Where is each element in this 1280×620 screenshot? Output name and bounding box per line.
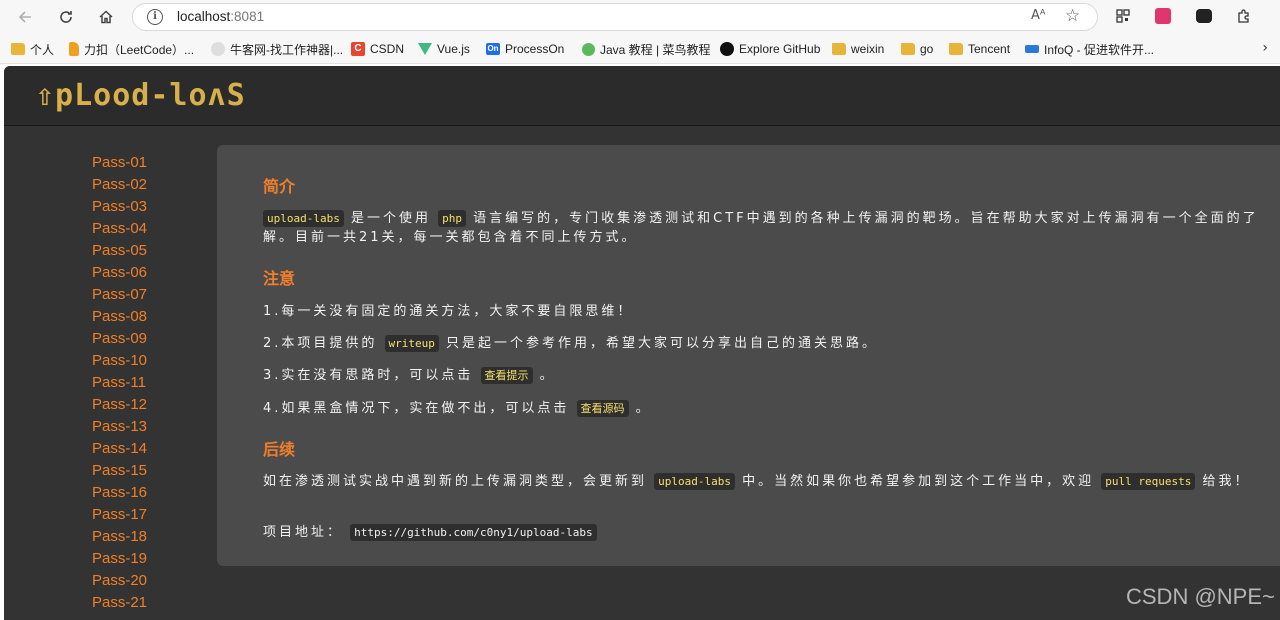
sidebar-item-pass-13[interactable]: Pass-13 [92,416,147,438]
runoob-icon [582,42,595,56]
sidebar-item-pass-04[interactable]: Pass-04 [92,218,147,240]
github-icon [720,42,734,56]
inline-code: upload-labs [263,210,344,227]
section-title-intro: 简介 [263,177,296,196]
folder-icon [949,43,963,55]
reload-icon[interactable] [53,4,79,30]
inline-code: php [438,210,466,227]
sidebar-item-pass-16[interactable]: Pass-16 [92,482,147,504]
bookmark-weixin[interactable]: weixin [832,40,884,58]
section-title-notice: 注意 [263,269,296,288]
bookmark-nowcoder[interactable]: 牛客网-找工作神器|... [211,40,343,58]
sidebar-item-pass-01[interactable]: Pass-01 [92,152,147,174]
qr-code-icon[interactable] [1113,6,1133,26]
sidebar-item-pass-09[interactable]: Pass-09 [92,328,147,350]
bookmark-processon[interactable]: On ProcessOn [486,40,564,58]
sidebar-item-pass-17[interactable]: Pass-17 [92,504,147,526]
repo-line: 项目地址： https://github.com/c0ny1/upload-la… [263,523,1263,542]
site-header: ⇧pLood-loʌS [4,66,1280,126]
sidebar-item-pass-21[interactable]: Pass-21 [92,592,147,614]
address-bar[interactable]: i localhost:8081 Aᴬ ☆ [132,3,1098,31]
folder-icon [832,43,846,55]
folder-icon [11,43,25,55]
page-viewport: ⇧pLood-loʌS Pass-01 Pass-02 Pass-03 Pass… [4,66,1280,620]
translate-extension-icon[interactable] [1153,6,1173,26]
inline-code: writeup [384,335,439,352]
bookmarks-bar: 个人 力扣（LeetCode）... 牛客网-找工作神器|... C CSDN V… [0,34,1280,64]
note-item: 2.本项目提供的 writeup 只是起一个参考作用，希望大家可以分享出自己的通… [263,335,879,352]
read-aloud-icon[interactable]: Aᴬ [1031,8,1046,23]
bookmark-runoob-java[interactable]: Java 教程 | 菜鸟教程 [582,40,710,58]
bookmark-personal[interactable]: 个人 [11,40,54,58]
show-hint-link[interactable]: 查看提示 [480,367,533,384]
leetcode-icon [69,42,79,56]
inline-code: upload-labs [654,473,735,490]
sidebar-item-pass-02[interactable]: Pass-02 [92,174,147,196]
site-info-icon[interactable]: i [147,9,163,25]
content-panel: 简介 upload-labs 是一个使用 php 语言编写的，专门收集渗透测试和… [217,145,1280,566]
sidebar-item-pass-18[interactable]: Pass-18 [92,526,147,548]
section-title-followup: 后续 [263,440,296,459]
csdn-icon: C [351,42,365,56]
sidebar-item-pass-07[interactable]: Pass-07 [92,284,147,306]
sidebar-item-pass-03[interactable]: Pass-03 [92,196,147,218]
sidebar-item-pass-06[interactable]: Pass-06 [92,262,147,284]
site-logo[interactable]: ⇧pLood-loʌS [36,78,246,113]
bookmarks-overflow-chevron-icon[interactable]: › [1262,40,1268,56]
folder-icon [901,43,915,55]
note-item: 4.如果黑盒情况下，实在做不出，可以点击 查看源码 。 [263,400,652,417]
bookmark-github[interactable]: Explore GitHub [720,40,820,58]
sidebar-item-pass-11[interactable]: Pass-11 [92,372,147,394]
bookmark-go[interactable]: go [901,40,933,58]
sidebar-item-pass-15[interactable]: Pass-15 [92,460,147,482]
sidebar-item-pass-19[interactable]: Pass-19 [92,548,147,570]
show-source-link[interactable]: 查看源码 [576,400,629,417]
followup-paragraph: 如在渗透测试实战中遇到新的上传漏洞类型，会更新到 upload-labs 中。当… [263,473,1251,490]
processon-icon: On [486,43,500,55]
repo-url[interactable]: https://github.com/c0ny1/upload-labs [350,524,597,541]
sidebar-item-pass-12[interactable]: Pass-12 [92,394,147,416]
extensions-puzzle-icon[interactable] [1234,6,1254,26]
repo-label: 项目地址： [263,525,344,540]
favorite-star-icon[interactable]: ☆ [1065,6,1080,26]
sidebar-item-pass-05[interactable]: Pass-05 [92,240,147,262]
back-arrow-icon[interactable] [12,4,38,30]
intro-paragraph: upload-labs 是一个使用 php 语言编写的，专门收集渗透测试和CTF… [263,210,1259,245]
bookmark-tencent[interactable]: Tencent [949,40,1010,58]
pass-nav: Pass-01 Pass-02 Pass-03 Pass-04 Pass-05 … [92,152,147,614]
bookmark-vue[interactable]: Vue.js [418,40,470,58]
nowcoder-icon [211,42,225,56]
vue-icon [418,43,432,55]
note-item: 3.实在没有思路时，可以点击 查看提示 。 [263,367,556,384]
browser-toolbar: i localhost:8081 Aᴬ ☆ [0,0,1280,34]
bookmark-csdn[interactable]: C CSDN [351,40,404,58]
sidebar-item-pass-14[interactable]: Pass-14 [92,438,147,460]
bookmark-leetcode[interactable]: 力扣（LeetCode）... [69,40,194,58]
game-extension-icon[interactable] [1194,6,1214,26]
sidebar-item-pass-20[interactable]: Pass-20 [92,570,147,592]
url-text: localhost:8081 [177,9,265,24]
sidebar-item-pass-10[interactable]: Pass-10 [92,350,147,372]
watermark: CSDN @NPE~ [1126,584,1275,609]
sidebar-item-pass-08[interactable]: Pass-08 [92,306,147,328]
bookmark-infoq[interactable]: InfoQ - 促进软件开... [1025,40,1154,58]
home-icon[interactable] [93,4,119,30]
inline-code: pull requests [1101,473,1196,490]
note-item: 1.每一关没有固定的通关方法，大家不要自限思维！ [263,304,634,319]
infoq-icon [1025,45,1039,53]
